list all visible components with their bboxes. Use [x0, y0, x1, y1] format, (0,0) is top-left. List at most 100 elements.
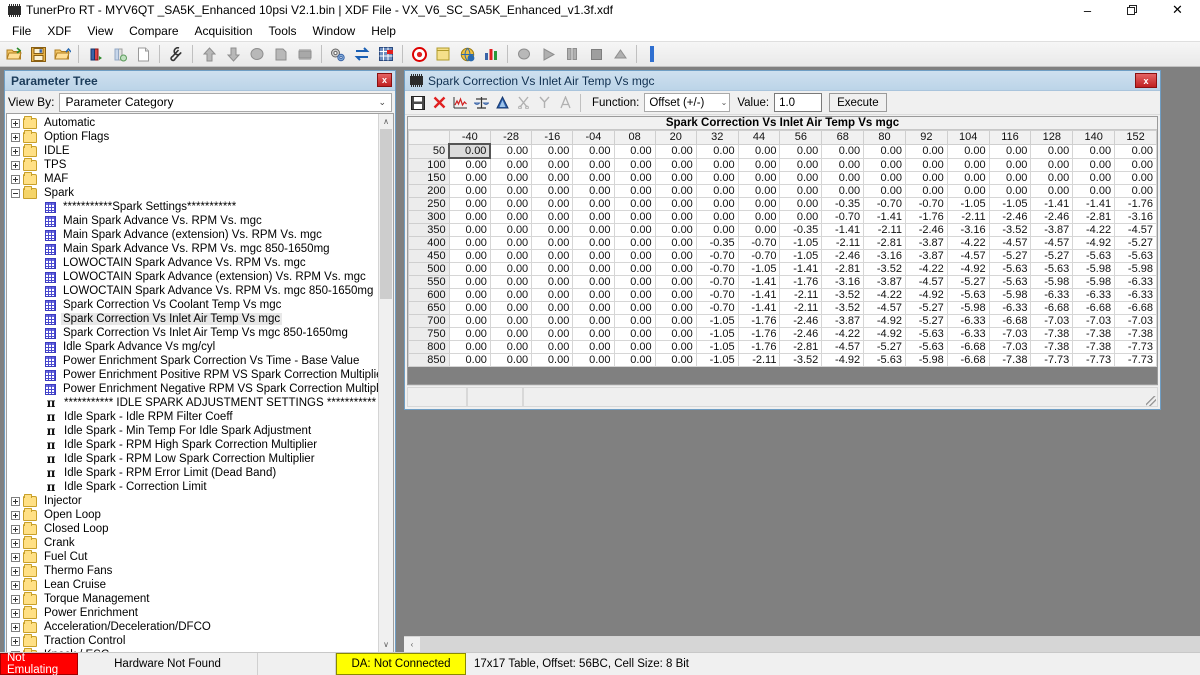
- table-cell[interactable]: 0.00: [489, 197, 533, 212]
- column-header[interactable]: 68: [821, 130, 865, 145]
- table-cell[interactable]: 0.00: [1114, 143, 1157, 159]
- tree-node[interactable]: π Idle Spark - Correction Limit: [7, 480, 378, 494]
- table-cell[interactable]: -2.11: [779, 288, 823, 303]
- table-cell[interactable]: -6.33: [988, 301, 1032, 316]
- table-cell[interactable]: 0.00: [531, 184, 574, 199]
- table-cell[interactable]: -0.70: [695, 301, 739, 316]
- table-cell[interactable]: 0.00: [654, 223, 697, 238]
- table-cell[interactable]: -3.16: [821, 275, 865, 290]
- tree-node[interactable]: Main Spark Advance (extension) Vs. RPM V…: [7, 228, 378, 242]
- table-cell[interactable]: -4.92: [821, 353, 865, 368]
- tree-node[interactable]: IDLE: [7, 143, 378, 158]
- table-cell[interactable]: 0.00: [654, 249, 697, 264]
- row-header[interactable]: 450: [408, 249, 450, 264]
- parameter-tree-scrollbar[interactable]: ∧ ∨: [378, 114, 393, 652]
- table-cell[interactable]: -2.46: [904, 223, 948, 238]
- gears-icon[interactable]: [327, 43, 349, 65]
- table-cell[interactable]: 0.00: [531, 157, 574, 173]
- table-cell[interactable]: -4.22: [863, 288, 906, 303]
- table-cell[interactable]: 0.00: [654, 157, 697, 173]
- menu-view[interactable]: View: [79, 22, 121, 40]
- bin-load-icon[interactable]: [84, 43, 106, 65]
- table-cell[interactable]: -1.41: [779, 262, 823, 277]
- table-cell[interactable]: -1.41: [821, 223, 865, 238]
- table-cell[interactable]: -7.73: [1114, 340, 1157, 355]
- tree-node[interactable]: Power Enrichment Negative RPM VS Spark C…: [7, 382, 378, 396]
- table-cell[interactable]: 0.00: [613, 157, 656, 173]
- tree-node[interactable]: Spark: [7, 185, 378, 200]
- table-cell[interactable]: 0.00: [572, 353, 615, 368]
- table-cell[interactable]: 0.00: [448, 184, 491, 199]
- workspace-horizontal-scrollbar[interactable]: ‹: [404, 636, 1200, 652]
- table-cell[interactable]: 0.00: [572, 197, 615, 212]
- table-cell[interactable]: 0.00: [654, 301, 697, 316]
- table-cell[interactable]: 0.00: [448, 340, 491, 355]
- table-cell[interactable]: 0.00: [863, 157, 906, 173]
- table-cell[interactable]: 0.00: [695, 210, 739, 225]
- table-cell[interactable]: 0.00: [531, 210, 574, 225]
- table-cell[interactable]: -5.63: [1030, 262, 1074, 277]
- tree-node[interactable]: π Idle Spark - RPM Error Limit (Dead Band…: [7, 466, 378, 480]
- table-cell[interactable]: 0.00: [489, 327, 533, 342]
- table-cell[interactable]: 0.00: [613, 314, 656, 329]
- tree-node[interactable]: TPS: [7, 157, 378, 172]
- table-cell[interactable]: 0.00: [531, 353, 574, 368]
- table-cell[interactable]: -5.98: [946, 301, 990, 316]
- view-by-dropdown[interactable]: Parameter Category ⌄: [59, 92, 392, 112]
- table-cell[interactable]: 0.00: [489, 236, 533, 251]
- expand-plus-icon[interactable]: [11, 174, 20, 184]
- tree-node[interactable]: Injector: [7, 493, 378, 508]
- table-cell[interactable]: 0.00: [448, 236, 491, 251]
- table-cell[interactable]: -4.92: [946, 262, 990, 277]
- table-cell[interactable]: 0.00: [779, 197, 823, 212]
- table-cell[interactable]: 0.00: [904, 143, 948, 159]
- tree-node[interactable]: Power Enrichment Spark Correction Vs Tim…: [7, 354, 378, 368]
- table-cell[interactable]: 0.00: [531, 262, 574, 277]
- expand-plus-icon[interactable]: [11, 524, 20, 534]
- table-cell[interactable]: 0.00: [946, 157, 990, 173]
- table-cell[interactable]: 0.00: [531, 236, 574, 251]
- table-cell[interactable]: 0.00: [448, 157, 491, 173]
- table-cell[interactable]: 0.00: [489, 314, 533, 329]
- table-cell[interactable]: -5.98: [1072, 262, 1116, 277]
- table-cell[interactable]: -4.92: [863, 327, 906, 342]
- table-cell[interactable]: 0.00: [613, 143, 656, 159]
- table-cell[interactable]: -6.33: [1114, 288, 1157, 303]
- table-cell[interactable]: 0.00: [737, 223, 781, 238]
- row-header[interactable]: 750: [408, 327, 450, 342]
- table-cell[interactable]: -3.87: [904, 249, 948, 264]
- table-cell[interactable]: -2.81: [779, 340, 823, 355]
- tree-node[interactable]: Open Loop: [7, 507, 378, 522]
- table-cell[interactable]: 0.00: [737, 171, 781, 186]
- table-cell[interactable]: -7.03: [1072, 314, 1116, 329]
- table-cell[interactable]: -0.70: [904, 197, 948, 212]
- table-cell[interactable]: -3.52: [821, 301, 865, 316]
- table-cell[interactable]: -5.63: [946, 288, 990, 303]
- table-cell[interactable]: -7.03: [988, 340, 1032, 355]
- table-cell[interactable]: 0.00: [448, 143, 492, 160]
- row-header[interactable]: 700: [408, 314, 450, 329]
- table-window-close-button[interactable]: x: [1135, 73, 1157, 88]
- table-cell[interactable]: 0.00: [988, 171, 1032, 186]
- expand-plus-icon[interactable]: [11, 538, 20, 548]
- bin-ghost-icon[interactable]: [108, 43, 130, 65]
- table-cell[interactable]: -2.11: [779, 301, 823, 316]
- table-cell[interactable]: -0.70: [737, 236, 781, 251]
- tree-node[interactable]: Power Enrichment Positive RPM VS Spark C…: [7, 368, 378, 382]
- table-cell[interactable]: -0.35: [779, 223, 823, 238]
- tree-node[interactable]: LOWOCTAIN Spark Advance Vs. RPM Vs. mgc: [7, 256, 378, 270]
- table-cell[interactable]: 0.00: [489, 288, 533, 303]
- table-cell[interactable]: 0.00: [448, 301, 491, 316]
- table-cell[interactable]: 0.00: [1030, 157, 1074, 173]
- table-cell[interactable]: 0.00: [946, 143, 990, 159]
- table-cell[interactable]: -5.63: [1114, 249, 1157, 264]
- table-cell[interactable]: -4.22: [904, 262, 948, 277]
- expand-plus-icon[interactable]: [11, 636, 20, 646]
- table-cell[interactable]: 0.00: [613, 210, 656, 225]
- minimize-button[interactable]: –: [1065, 0, 1110, 20]
- tree-node[interactable]: Crank: [7, 535, 378, 550]
- table-cell[interactable]: -4.57: [821, 340, 865, 355]
- table-cell[interactable]: -5.63: [1072, 249, 1116, 264]
- table-cell[interactable]: -5.98: [988, 288, 1032, 303]
- row-header[interactable]: 650: [408, 301, 450, 316]
